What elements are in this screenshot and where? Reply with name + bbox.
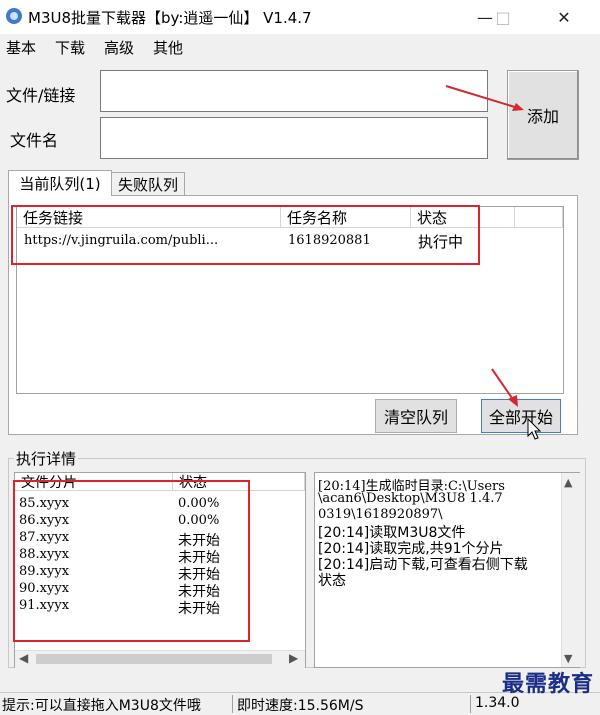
menu-basic[interactable]: 基本 [6,37,36,58]
watermark-text: 最需教育 [501,671,594,697]
menu-advanced[interactable]: 高级 [104,37,134,58]
menu-download[interactable]: 下载 [55,37,85,58]
clear-queue-button[interactable]: 清空队列 [375,399,457,433]
scroll-down-icon[interactable]: ▼ [564,652,572,665]
scroll-up-icon[interactable]: ▲ [564,476,572,489]
tab-current-queue[interactable]: 当前队列(1) [8,170,112,196]
app-icon [6,8,22,24]
maximize-button[interactable]: □ [480,0,526,34]
annotation-arrow-start [491,368,518,407]
annotation-arrow-add [445,85,524,111]
annotation-box-queue [11,205,480,265]
close-button[interactable]: ✕ [541,0,587,34]
log-line: \acan6\Desktop\M3U8 1.4.7 [318,491,503,506]
scroll-left-icon[interactable]: ◀ [19,651,28,665]
status-hint: 提示:可以直接拖入M3U8文件哦 [2,698,201,714]
fragment-hscroll-thumb[interactable] [36,654,272,664]
file-name-input[interactable] [100,117,488,159]
log-line: [20:14]启动下载,可查看右侧下载 [318,557,528,573]
window-title: M3U8批量下载器【by:逍遥一仙】 V1.4.7 [28,9,312,27]
file-link-label: 文件/链接 [6,86,76,105]
log-line: 0319\1618920897\ [318,507,443,522]
tab-failed-queue[interactable]: 失败队列 [111,172,185,196]
file-name-label: 文件名 [10,131,59,150]
file-link-input[interactable] [100,70,488,112]
scroll-right-icon[interactable]: ▶ [289,651,298,665]
details-group-title: 执行详情 [14,448,79,469]
cursor-icon [527,418,542,440]
menu-other[interactable]: 其他 [153,37,183,58]
log-line: 状态 [318,573,346,589]
log-vscrollbar[interactable] [561,473,580,667]
queue-col-blank [515,207,563,228]
annotation-box-fragments [13,480,250,642]
status-speed: 即时速度:15.56M/S [232,695,363,714]
